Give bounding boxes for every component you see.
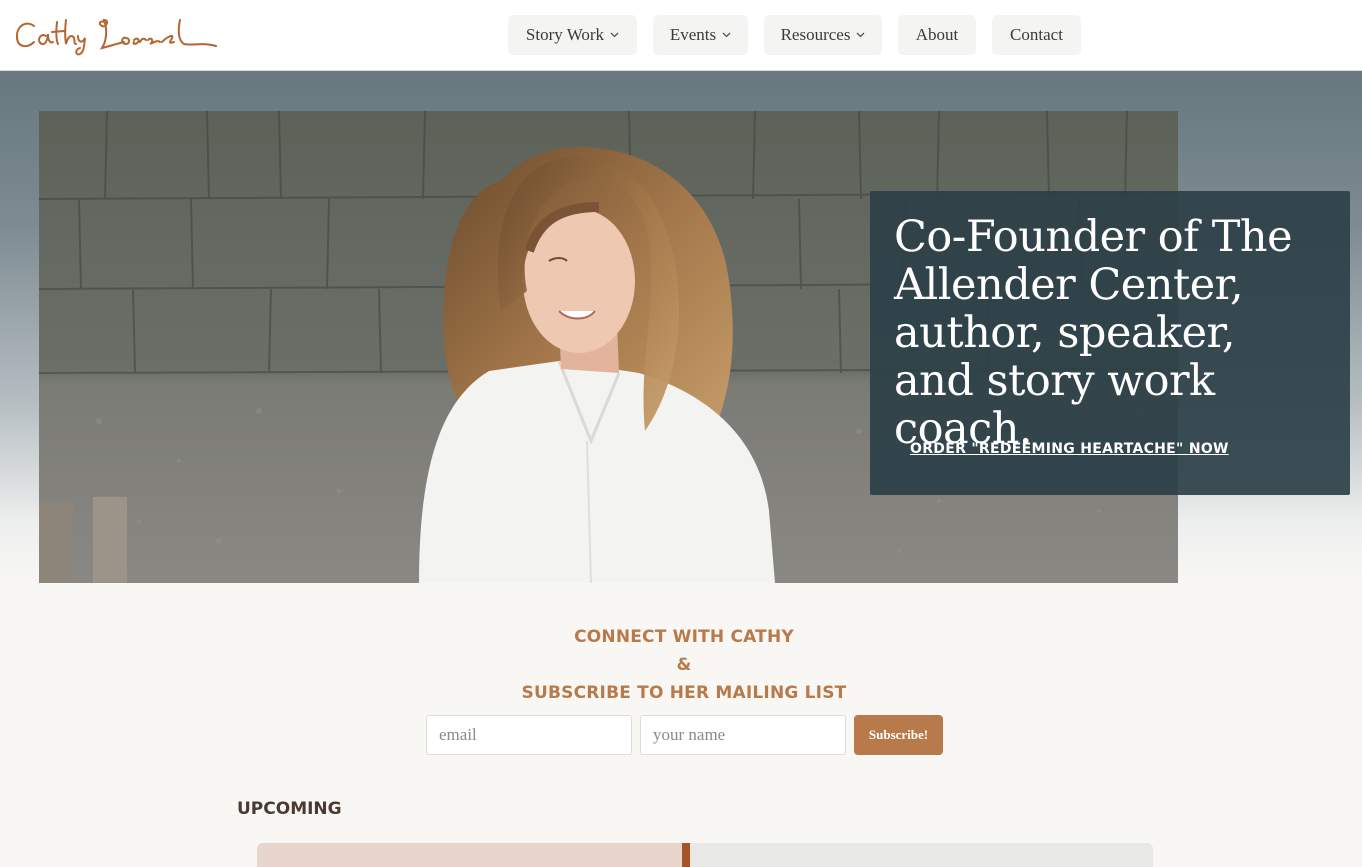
nav-story-work[interactable]: Story Work — [508, 15, 637, 55]
subscribe-heading: SUBSCRIBE TO HER MAILING LIST — [521, 683, 847, 703]
nav-resources[interactable]: Resources — [764, 15, 882, 55]
subscribe-button[interactable]: Subscribe! — [854, 715, 943, 755]
upcoming-card-image[interactable] — [257, 843, 682, 867]
name-field[interactable] — [640, 715, 846, 755]
chevron-down-icon — [722, 30, 731, 41]
main-nav: Story Work Events Resources About Contac… — [0, 15, 1362, 55]
nav-events[interactable]: Events — [653, 15, 748, 55]
chevron-down-icon — [610, 30, 619, 41]
upcoming-heading: UPCOMING — [237, 799, 342, 819]
nav-resources-label: Resources — [780, 25, 851, 44]
upcoming-card-divider — [682, 843, 690, 867]
chevron-down-icon — [856, 30, 865, 41]
order-book-link[interactable]: ORDER "REDEEMING HEARTACHE" NOW — [910, 441, 1229, 457]
connect-ampersand: & — [676, 655, 692, 675]
nav-story-work-label: Story Work — [525, 25, 605, 44]
nav-contact-label: Contact — [1010, 25, 1063, 44]
hero-text-panel: Co-Founder of The Allender Center, autho… — [870, 191, 1350, 495]
connect-heading: CONNECT WITH CATHY — [574, 627, 794, 647]
site-header: Story Work Events Resources About Contac… — [0, 0, 1362, 71]
nav-contact[interactable]: Contact — [992, 15, 1081, 55]
upcoming-card-details[interactable] — [690, 843, 1153, 867]
nav-about-label: About — [915, 25, 959, 44]
hero-heading: Co-Founder of The Allender Center, autho… — [894, 212, 1293, 454]
nav-events-label: Events — [669, 25, 717, 44]
email-field[interactable] — [426, 715, 632, 755]
nav-about[interactable]: About — [898, 15, 976, 55]
